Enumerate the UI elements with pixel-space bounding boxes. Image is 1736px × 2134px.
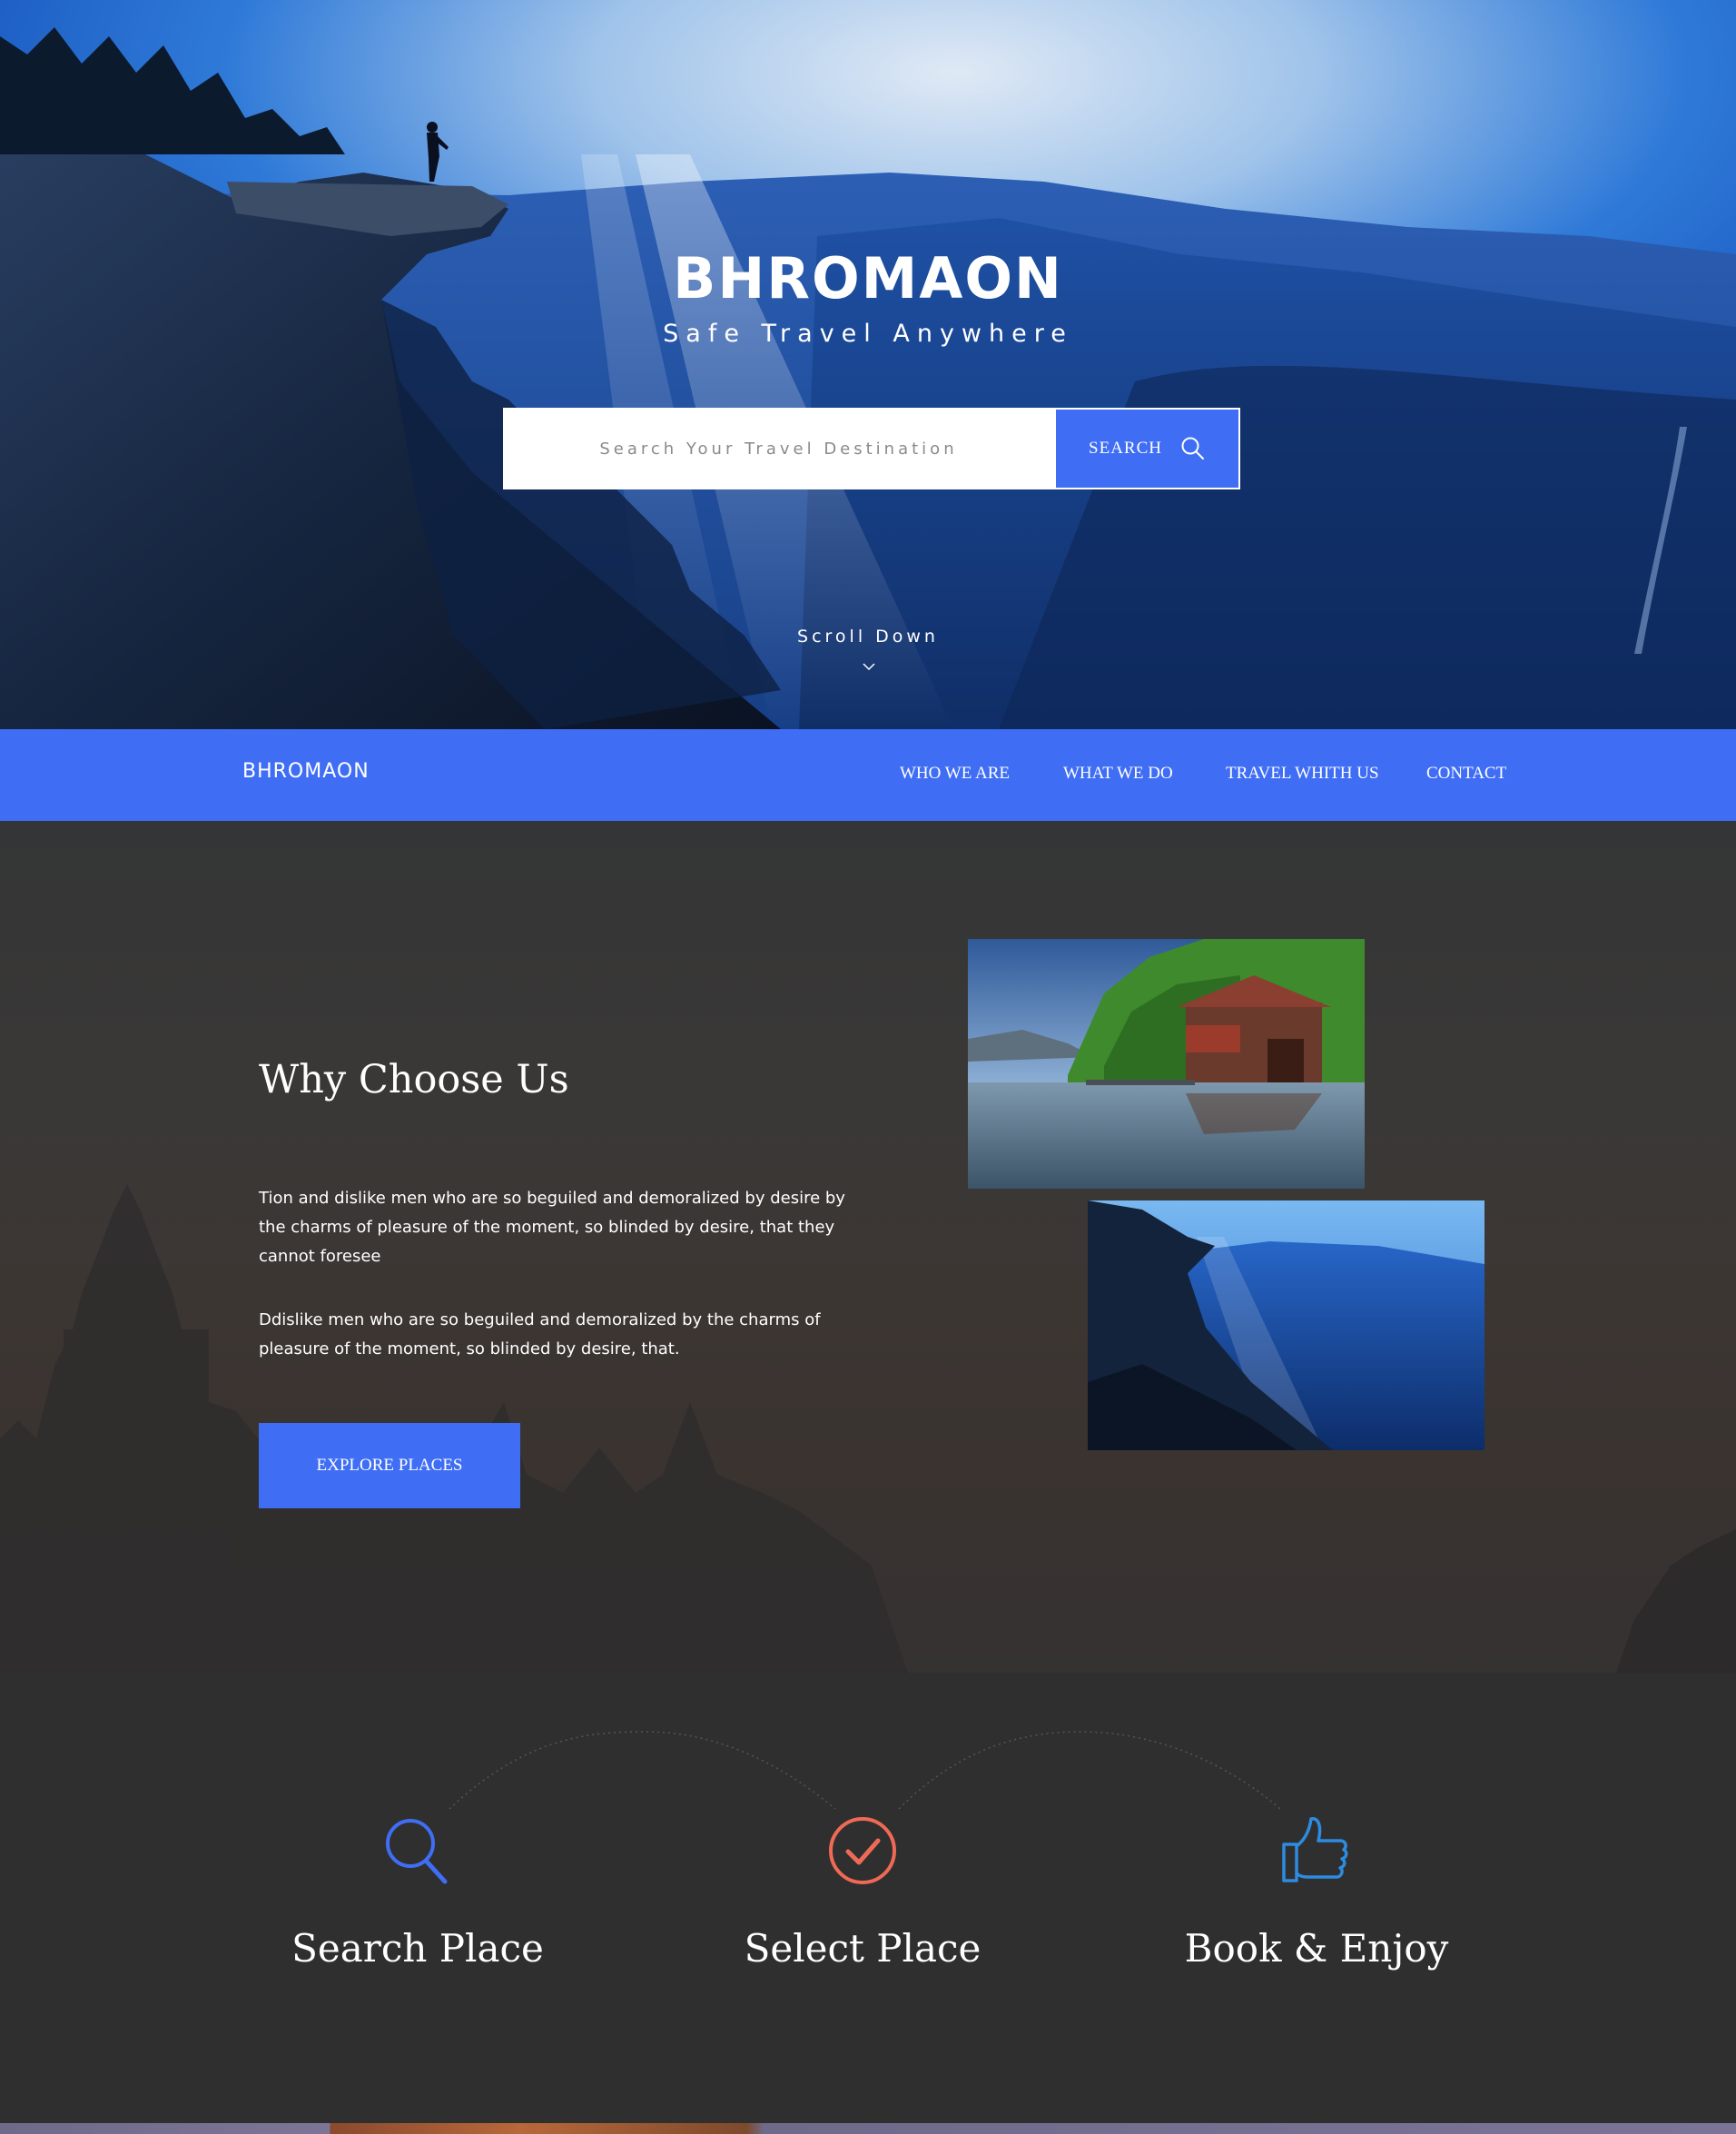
step-select-place-title: Select Place: [744, 1926, 981, 1971]
nav-link-travel-with-us[interactable]: TRAVEL WHITH US: [1226, 764, 1379, 784]
why-choose-title: Why Choose Us: [259, 1057, 569, 1102]
search-button-label: SEARCH: [1089, 439, 1162, 458]
main-navbar: BHROMAON WHO WE ARE WHAT WE DO TRAVEL WH…: [0, 729, 1736, 821]
step-book-enjoy-title: Book & Enjoy: [1184, 1926, 1449, 1971]
why-choose-section: Why Choose Us Tion and dislike men who a…: [0, 821, 1736, 1673]
nav-brand-logo[interactable]: BHROMAON: [242, 760, 370, 783]
check-circle-icon: [829, 1817, 896, 1884]
scroll-down-link[interactable]: Scroll Down: [0, 627, 1736, 647]
next-section-preview: [0, 2123, 1736, 2134]
step-search-place-title: Search Place: [291, 1926, 544, 1971]
search-icon: [386, 1819, 448, 1884]
nav-link-contact[interactable]: CONTACT: [1426, 764, 1506, 784]
search-icon: [1181, 437, 1204, 459]
search-form: SEARCH: [503, 408, 1240, 489]
explore-places-button[interactable]: EXPLORE PLACES: [259, 1423, 520, 1508]
how-it-works-section: Search Place Select Place Book & Enjoy: [0, 1673, 1736, 2123]
hero-title: BHROMAON: [673, 245, 1063, 311]
why-paragraph-2: Ddislike men who are so beguiled and dem…: [259, 1310, 821, 1358]
search-input[interactable]: [503, 408, 1054, 489]
search-button[interactable]: SEARCH: [1054, 408, 1240, 489]
why-paragraph-1: Tion and dislike men who are so beguiled…: [259, 1189, 845, 1266]
thumbs-up-icon: [1282, 1817, 1348, 1882]
chevron-down-icon[interactable]: [863, 662, 875, 671]
canyon-photo: [1088, 1200, 1484, 1450]
nav-link-what-we-do[interactable]: WHAT WE DO: [1063, 764, 1173, 784]
lake-house-photo: [968, 939, 1365, 1189]
hero-section: BHROMAON Safe Travel Anywhere SEARCH Scr…: [0, 0, 1736, 729]
hero-background-image: [0, 0, 1736, 729]
nav-link-who-we-are[interactable]: WHO WE ARE: [900, 764, 1010, 784]
dotted-connectors: [449, 1731, 1281, 1810]
hero-subtitle: Safe Travel Anywhere: [663, 320, 1073, 348]
